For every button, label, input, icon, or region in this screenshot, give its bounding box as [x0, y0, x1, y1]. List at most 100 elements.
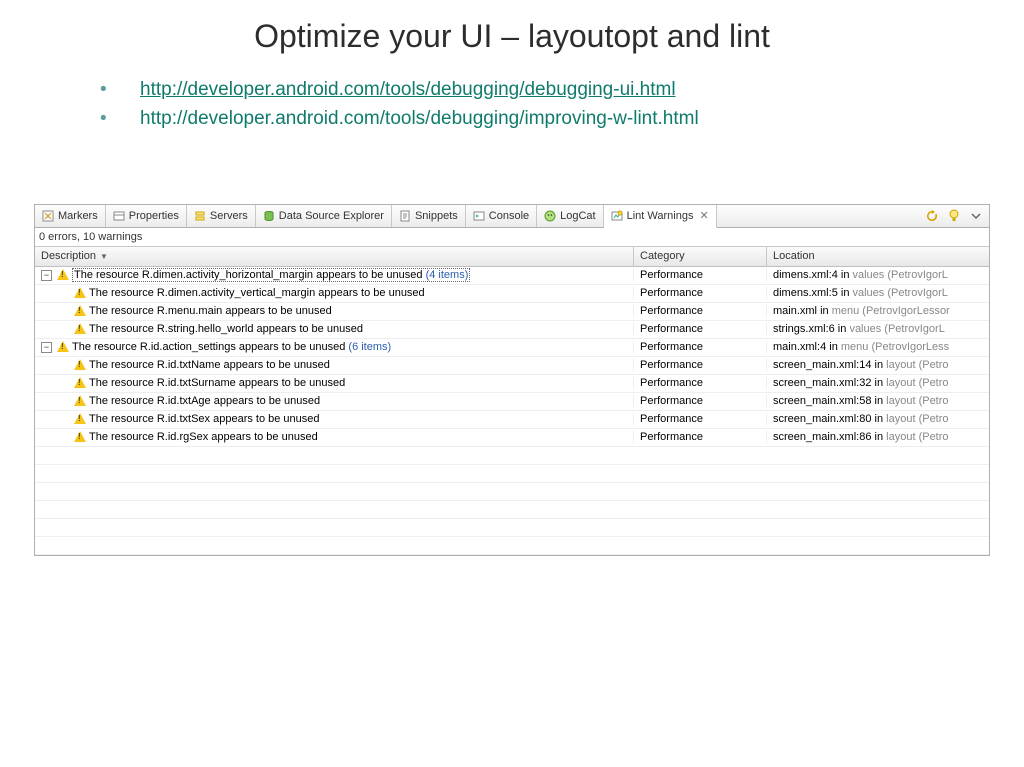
column-description-label: Description [41, 250, 96, 262]
logcat-icon [544, 210, 556, 222]
row-category: Performance [633, 269, 766, 281]
lint-icon [611, 210, 623, 222]
table-row[interactable]: The resource R.id.txtSex appears to be u… [35, 411, 989, 429]
warning-icon [74, 431, 86, 443]
table-row[interactable]: The resource R.menu.main appears to be u… [35, 303, 989, 321]
warning-icon [74, 287, 86, 299]
row-category: Performance [633, 413, 766, 425]
row-category: Performance [633, 305, 766, 317]
tree-collapse-icon[interactable]: − [41, 270, 52, 281]
table-row-empty [35, 519, 989, 537]
warning-icon [74, 305, 86, 317]
table-row[interactable]: The resource R.id.txtAge appears to be u… [35, 393, 989, 411]
row-location: screen_main.xml:58 in layout (Petro [766, 395, 989, 407]
table-row[interactable]: The resource R.string.hello_world appear… [35, 321, 989, 339]
tree-collapse-icon[interactable]: − [41, 342, 52, 353]
row-description: The resource R.menu.main appears to be u… [89, 305, 332, 317]
column-category[interactable]: Category [634, 247, 767, 266]
status-line: 0 errors, 10 warnings [35, 228, 989, 247]
row-location: screen_main.xml:80 in layout (Petro [766, 413, 989, 425]
row-location: main.xml in menu (PetrovIgorLessor [766, 305, 989, 317]
datasource-icon [263, 210, 275, 222]
tab-label: Lint Warnings [627, 210, 694, 222]
sort-arrow-icon: ▼ [100, 252, 108, 261]
row-category: Performance [633, 287, 766, 299]
column-description[interactable]: Description ▼ [35, 247, 634, 266]
warning-icon [74, 359, 86, 371]
refresh-icon[interactable] [925, 209, 939, 223]
table-row[interactable]: − The resource R.id.action_settings appea… [35, 339, 989, 357]
table-row-empty [35, 537, 989, 555]
item-count-link[interactable]: (4 items) [423, 269, 469, 281]
close-icon[interactable]: ✕ [699, 209, 708, 222]
row-location: main.xml:4 in menu (PetrovIgorLess [766, 341, 989, 353]
table-row[interactable]: The resource R.dimen.activity_vertical_m… [35, 285, 989, 303]
tab-label: LogCat [560, 210, 595, 222]
row-description: The resource R.dimen.activity_horizontal… [72, 268, 470, 282]
bullet-item: http://developer.android.com/tools/debug… [90, 104, 1024, 133]
table-row-empty [35, 501, 989, 519]
tab-servers[interactable]: Servers [187, 205, 256, 227]
bullet-item: http://developer.android.com/tools/debug… [90, 75, 1024, 104]
row-description: The resource R.id.txtSex appears to be u… [89, 413, 320, 425]
row-category: Performance [633, 359, 766, 371]
tab-properties[interactable]: Properties [106, 205, 187, 227]
tab-console[interactable]: Console [466, 205, 537, 227]
warning-icon [57, 341, 69, 353]
bullet-link[interactable]: http://developer.android.com/tools/debug… [140, 79, 676, 100]
item-count-link[interactable]: (6 items) [345, 341, 391, 353]
row-location: screen_main.xml:86 in layout (Petro [766, 431, 989, 443]
properties-icon [113, 210, 125, 222]
bullet-text: http://developer.android.com/tools/debug… [140, 108, 699, 129]
row-category: Performance [633, 377, 766, 389]
servers-icon [194, 210, 206, 222]
row-location: dimens.xml:5 in values (PetrovIgorL [766, 287, 989, 299]
row-category: Performance [633, 395, 766, 407]
row-description: The resource R.id.txtSurname appears to … [89, 377, 345, 389]
tab-label: Data Source Explorer [279, 210, 384, 222]
row-location: screen_main.xml:14 in layout (Petro [766, 359, 989, 371]
tab-data-source-explorer[interactable]: Data Source Explorer [256, 205, 392, 227]
eclipse-lint-panel: MarkersProperties Servers Data Source Expl… [34, 204, 990, 556]
row-category: Performance [633, 323, 766, 335]
row-description: The resource R.id.txtName appears to be … [89, 359, 330, 371]
tabbar-tools [925, 205, 989, 227]
table-row-empty [35, 483, 989, 501]
column-location[interactable]: Location [767, 247, 989, 266]
table-row-empty [35, 465, 989, 483]
console-icon [473, 210, 485, 222]
row-description: The resource R.string.hello_world appear… [89, 323, 363, 335]
table-row[interactable]: The resource R.id.txtName appears to be … [35, 357, 989, 375]
warning-icon [74, 413, 86, 425]
lightbulb-icon[interactable] [947, 209, 961, 223]
row-description: The resource R.dimen.activity_vertical_m… [89, 287, 425, 299]
table-row-empty [35, 447, 989, 465]
row-location: dimens.xml:4 in values (PetrovIgorL [766, 269, 989, 281]
row-description: The resource R.id.action_settings appear… [72, 341, 391, 353]
table-body: − The resource R.dimen.activity_horizonta… [35, 267, 989, 555]
snippets-icon [399, 210, 411, 222]
table-row[interactable]: The resource R.id.rgSex appears to be un… [35, 429, 989, 447]
row-category: Performance [633, 341, 766, 353]
tab-label: Snippets [415, 210, 458, 222]
row-description: The resource R.id.txtAge appears to be u… [89, 395, 320, 407]
tab-label: Console [489, 210, 529, 222]
markers-icon [42, 210, 54, 222]
row-description: The resource R.id.rgSex appears to be un… [89, 431, 318, 443]
row-location: strings.xml:6 in values (PetrovIgorL [766, 323, 989, 335]
tab-markers[interactable]: Markers [35, 205, 106, 227]
tab-label: Servers [210, 210, 248, 222]
slide-title: Optimize your UI – layoutopt and lint [0, 18, 1024, 55]
table-row[interactable]: The resource R.id.txtSurname appears to … [35, 375, 989, 393]
menu-chevron-icon[interactable] [969, 209, 983, 223]
tab-snippets[interactable]: Snippets [392, 205, 466, 227]
warning-icon [74, 395, 86, 407]
table-row[interactable]: − The resource R.dimen.activity_horizonta… [35, 267, 989, 285]
row-location: screen_main.xml:32 in layout (Petro [766, 377, 989, 389]
view-tabbar: MarkersProperties Servers Data Source Expl… [35, 205, 989, 228]
tab-logcat[interactable]: LogCat [537, 205, 603, 227]
warning-icon [74, 377, 86, 389]
table-header: Description ▼ Category Location [35, 247, 989, 267]
tab-lint-warnings[interactable]: Lint Warnings ✕ [604, 205, 717, 228]
warning-icon [57, 269, 69, 281]
